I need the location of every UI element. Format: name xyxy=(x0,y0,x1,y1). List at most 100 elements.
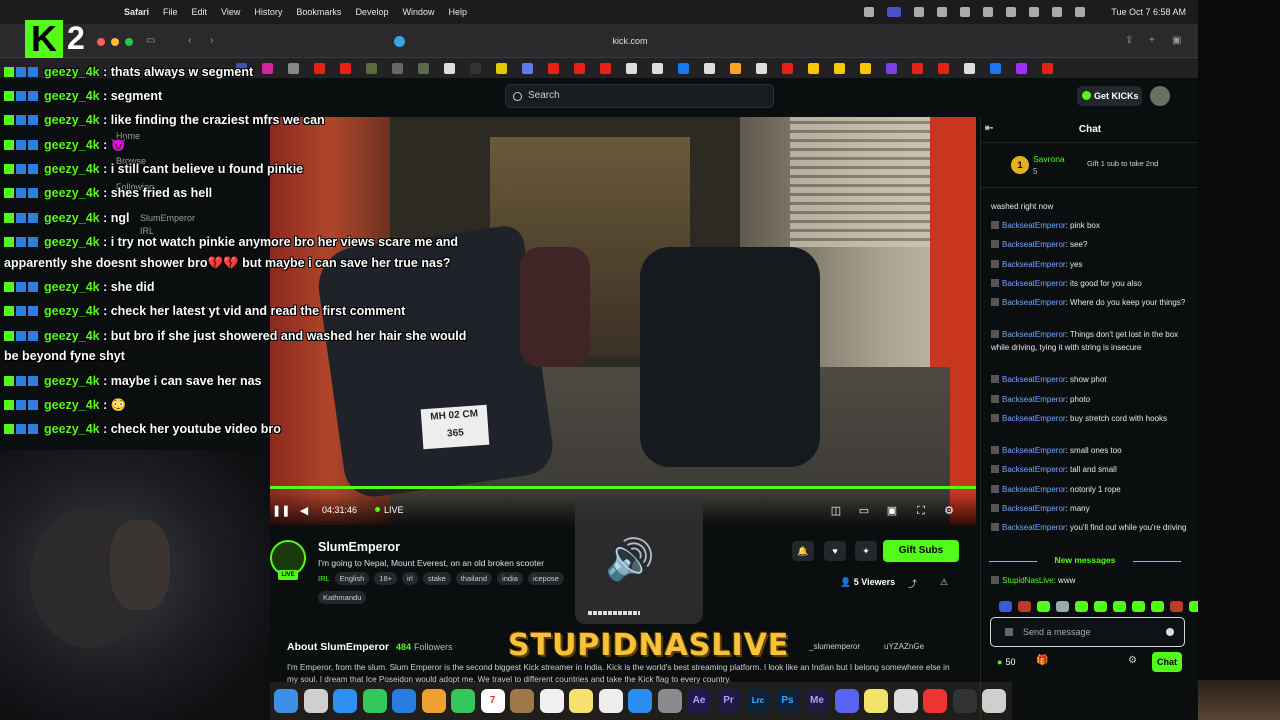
screen-record-icon[interactable] xyxy=(887,7,901,17)
close-window-button[interactable] xyxy=(97,38,105,46)
favorite-icon[interactable] xyxy=(808,62,819,74)
tag[interactable]: Kathmandu xyxy=(318,591,367,604)
dock-lightroom[interactable]: Lrc xyxy=(746,689,770,713)
favorite-icon[interactable] xyxy=(470,62,481,74)
tag[interactable]: icepose xyxy=(527,572,564,585)
favorite-icon[interactable] xyxy=(704,62,715,74)
gift-subs-button[interactable]: Gift Subs xyxy=(883,540,959,562)
miniplayer-icon[interactable]: ▭ xyxy=(858,505,870,517)
favorite-icon[interactable] xyxy=(678,62,689,74)
emote-icon[interactable] xyxy=(999,601,1012,612)
emoji-icon[interactable] xyxy=(1166,628,1174,636)
tag[interactable]: stake xyxy=(422,572,451,585)
menu-develop[interactable]: Develop xyxy=(355,7,388,17)
streamer-name[interactable]: SlumEmperor xyxy=(318,540,400,554)
menu-view[interactable]: View xyxy=(221,7,240,17)
favorite-icon[interactable] xyxy=(496,62,507,74)
video-player[interactable]: MH 02 CM 365 ❚❚ ◀ 04:31:46 LIVE ◫ ▭ ▣ ⛶ … xyxy=(270,117,976,525)
emote-icon[interactable] xyxy=(1113,601,1126,612)
dock-photos[interactable] xyxy=(421,689,446,713)
favorite-icon[interactable] xyxy=(522,62,533,74)
status-icon[interactable] xyxy=(914,7,924,17)
dock-notes[interactable] xyxy=(510,689,534,713)
battery-icon[interactable] xyxy=(1006,7,1016,17)
emote-icon[interactable] xyxy=(1151,601,1164,612)
menu-file[interactable]: File xyxy=(163,7,178,17)
tag[interactable]: thailand xyxy=(455,572,493,585)
dock-chrome[interactable] xyxy=(893,689,918,713)
dock-terminal[interactable] xyxy=(952,689,977,713)
dock-chrome[interactable] xyxy=(598,689,623,713)
dock-after-effects[interactable]: Ae xyxy=(687,689,711,713)
favorite-icon[interactable] xyxy=(782,62,793,74)
favorite-icon[interactable] xyxy=(1016,62,1027,74)
search-input[interactable]: Search xyxy=(505,84,774,108)
chat-input[interactable]: Send a message xyxy=(990,617,1185,647)
menu-help[interactable]: Help xyxy=(448,7,467,17)
tag[interactable]: india xyxy=(497,572,523,585)
dock-calendar[interactable]: 7 xyxy=(480,689,505,713)
address-bar[interactable]: kick.com xyxy=(390,32,870,50)
favorite-icon[interactable] xyxy=(548,62,559,74)
dock-freeform[interactable] xyxy=(569,689,593,713)
tab-overview-icon[interactable]: ▣ xyxy=(1172,36,1184,46)
favorite-icon[interactable] xyxy=(860,62,871,74)
gift-icon[interactable]: 🎁 xyxy=(1036,655,1048,666)
menu-window[interactable]: Window xyxy=(402,7,434,17)
dock-app[interactable] xyxy=(923,689,947,713)
collapse-chat-icon[interactable]: ⇤ xyxy=(985,124,993,134)
search-icon[interactable] xyxy=(1052,7,1062,17)
theater-icon[interactable]: ▣ xyxy=(886,505,898,517)
dock-premiere[interactable]: Pr xyxy=(716,689,741,713)
tag[interactable]: 18+ xyxy=(374,572,398,585)
emote-icon[interactable] xyxy=(1132,601,1145,612)
share-icon[interactable]: ⇪ xyxy=(1125,36,1137,46)
wifi-icon[interactable] xyxy=(1029,7,1039,17)
dock-discord[interactable] xyxy=(834,689,859,713)
favorite-icon[interactable] xyxy=(730,62,741,74)
settings-icon[interactable]: ⚙ xyxy=(943,505,955,517)
instagram-link[interactable]: _slumemperor xyxy=(809,642,860,651)
favorite-icon[interactable] xyxy=(756,62,767,74)
live-indicator[interactable]: LIVE xyxy=(375,505,404,515)
pause-icon[interactable]: ❚❚ xyxy=(272,505,290,517)
menubar-clock[interactable]: Tue Oct 7 6:58 AM xyxy=(1111,7,1186,17)
new-messages-divider[interactable]: New messages xyxy=(985,555,1185,565)
favorite-icon[interactable] xyxy=(886,62,897,74)
chat-settings-icon[interactable]: ⚙ xyxy=(1128,655,1137,666)
favorite-icon[interactable] xyxy=(262,62,273,74)
menu-app[interactable]: Safari xyxy=(124,7,149,17)
emote-icon[interactable] xyxy=(1056,601,1069,612)
status-icon[interactable] xyxy=(864,7,874,17)
dropbox-icon[interactable] xyxy=(937,7,947,17)
menu-history[interactable]: History xyxy=(254,7,282,17)
category-link[interactable]: IRL xyxy=(318,572,330,585)
emote-icon[interactable] xyxy=(1037,601,1050,612)
dock-facetime[interactable] xyxy=(451,689,475,713)
menu-edit[interactable]: Edit xyxy=(192,7,208,17)
dock-settings[interactable] xyxy=(657,689,682,713)
favorite-icon[interactable] xyxy=(600,62,611,74)
dock-trash[interactable] xyxy=(982,689,1006,713)
control-center-icon[interactable] xyxy=(1075,7,1085,17)
favorite-icon[interactable] xyxy=(652,62,663,74)
dock-launchpad[interactable] xyxy=(303,689,328,713)
favorite-icon[interactable] xyxy=(574,62,585,74)
emote-icon[interactable] xyxy=(1075,601,1088,612)
favorite-icon[interactable] xyxy=(1042,62,1053,74)
channel-points[interactable]: 50 xyxy=(997,657,1015,667)
favorite-icon[interactable] xyxy=(314,62,325,74)
favorite-icon[interactable] xyxy=(366,62,377,74)
get-kicks-button[interactable]: Get KICKs xyxy=(1077,86,1142,106)
emote-icon[interactable] xyxy=(1018,601,1031,612)
notification-bell-button[interactable]: 🔔 xyxy=(792,541,814,561)
tag[interactable]: irl xyxy=(402,572,418,585)
forward-icon[interactable]: › xyxy=(210,36,222,46)
favorite-icon[interactable] xyxy=(938,62,949,74)
emote-icon[interactable] xyxy=(1170,601,1183,612)
favorite-icon[interactable] xyxy=(418,62,429,74)
dock-finder[interactable] xyxy=(274,689,298,713)
user-avatar[interactable] xyxy=(1150,86,1170,106)
favorite-icon[interactable] xyxy=(444,62,455,74)
dock-mail[interactable] xyxy=(392,689,416,713)
